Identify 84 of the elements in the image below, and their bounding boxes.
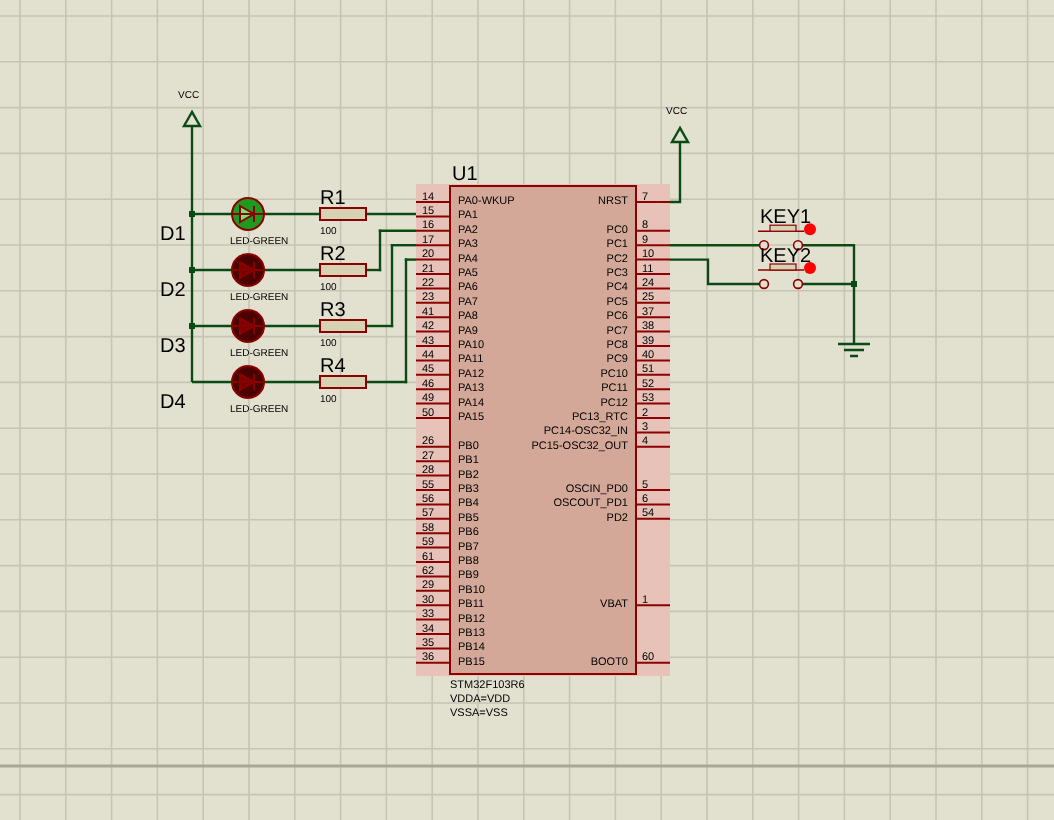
wire [264,268,320,272]
pin-line [635,359,671,362]
pin-line [635,258,671,261]
pin-line [635,273,671,275]
led-ref: D4 [160,392,186,414]
wire [364,212,418,216]
chip-ref: U1 [452,164,478,186]
wire [264,212,320,216]
push-button-icon [757,224,805,251]
pin-line [415,561,451,563]
resistor-icon [319,263,367,277]
led-ref: D2 [160,280,186,302]
pin-line [635,316,671,319]
wire [264,324,320,328]
pin-line [415,345,451,347]
pin-line [635,201,671,203]
pin-line [415,647,451,650]
pin-line [415,201,451,203]
probe-dot-icon [804,223,816,236]
pin-line [635,330,671,333]
pin-line [415,273,451,275]
pin-line [415,517,451,520]
resistor-icon [319,207,367,221]
pin-line [635,345,671,347]
pin-line [415,460,451,463]
pin-line [635,229,671,232]
pin-line [415,229,451,232]
probe-dot-icon [804,262,816,274]
pin-line [415,373,451,376]
pin-line [415,474,451,477]
resistor-ref: R4 [320,356,346,378]
pin-line [635,301,671,304]
pin-line [415,215,451,218]
resistor-ref: R1 [320,188,346,210]
pin-line [415,316,451,319]
pin-line [415,330,451,333]
wire [264,380,320,384]
pin-line [415,589,451,592]
pin-line [415,633,451,635]
pin-line [635,604,671,607]
ground-icon [836,334,872,358]
pin-line [415,661,451,664]
pin-line [415,604,451,607]
pin-line [415,532,451,535]
pin-line [415,244,451,247]
pin-line [415,301,451,304]
power-arrow-icon [181,109,203,128]
pin-line [415,575,451,578]
pin-line [415,503,451,506]
resistor-ref: R3 [320,300,346,322]
pin-line [635,287,671,290]
pin-line [415,258,451,261]
led-ref: D3 [160,336,186,358]
key-ref: KEY2 [760,246,812,268]
key-ref: KEY1 [760,207,812,230]
pin-line [635,388,671,391]
pin-line [635,402,671,405]
push-button-icon [757,263,805,290]
pin-line [635,244,671,247]
power-arrow-icon [669,125,691,144]
pin-line [635,431,671,434]
pin-line [415,287,451,290]
resistor-icon [319,375,367,389]
pin-line [415,546,451,549]
pin-line [635,489,671,491]
resistor-ref: R2 [320,244,346,266]
pin-line [635,517,671,520]
pin-line [415,402,451,405]
wire [670,258,760,286]
wire [670,142,682,204]
pin-line [415,445,451,448]
pin-line [635,373,671,376]
led-ref: D1 [160,224,186,246]
pin-line [415,618,451,621]
pin-line [635,417,671,419]
pin-line [415,388,451,391]
resistor-icon [319,319,367,333]
pin-line [635,503,671,506]
pin-line [415,359,451,362]
pin-line [415,417,451,419]
pin-line [635,661,671,664]
pin-line [415,489,451,491]
pin-line [635,445,671,448]
wire [670,244,760,247]
